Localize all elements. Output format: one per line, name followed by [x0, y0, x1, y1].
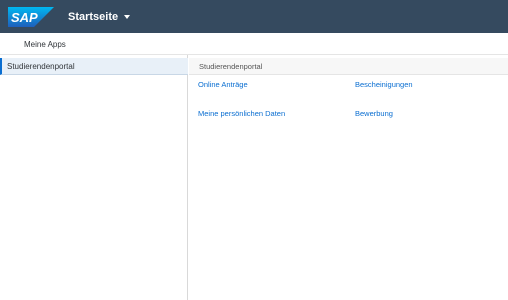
- chevron-down-icon: [124, 15, 131, 19]
- main-content: Studierendenportal Online Anträge Besche…: [189, 55, 508, 300]
- section-title-label: Studierendenportal: [199, 61, 263, 71]
- shell-bar: SAP Startseite: [0, 0, 508, 33]
- section-title: Studierendenportal: [189, 58, 508, 75]
- sidebar: Studierendenportal: [0, 55, 188, 300]
- logo-text: SAP: [11, 10, 38, 25]
- link-bescheinigungen[interactable]: Bescheinigungen: [355, 80, 413, 89]
- page-title: Startseite: [68, 10, 119, 23]
- link-online-antraege[interactable]: Online Anträge: [198, 80, 248, 89]
- home-title-menu[interactable]: Startseite: [68, 0, 131, 33]
- link-persoenliche-daten[interactable]: Meine persönlichen Daten: [198, 109, 285, 118]
- my-apps-label: Meine Apps: [24, 40, 66, 49]
- link-bewerbung[interactable]: Bewerbung: [355, 109, 393, 118]
- sidebar-item-label: Studierendenportal: [7, 61, 75, 71]
- app-subheader: Meine Apps: [0, 33, 508, 55]
- sap-logo[interactable]: SAP: [8, 7, 54, 27]
- sidebar-item-studierendenportal[interactable]: Studierendenportal: [0, 58, 188, 75]
